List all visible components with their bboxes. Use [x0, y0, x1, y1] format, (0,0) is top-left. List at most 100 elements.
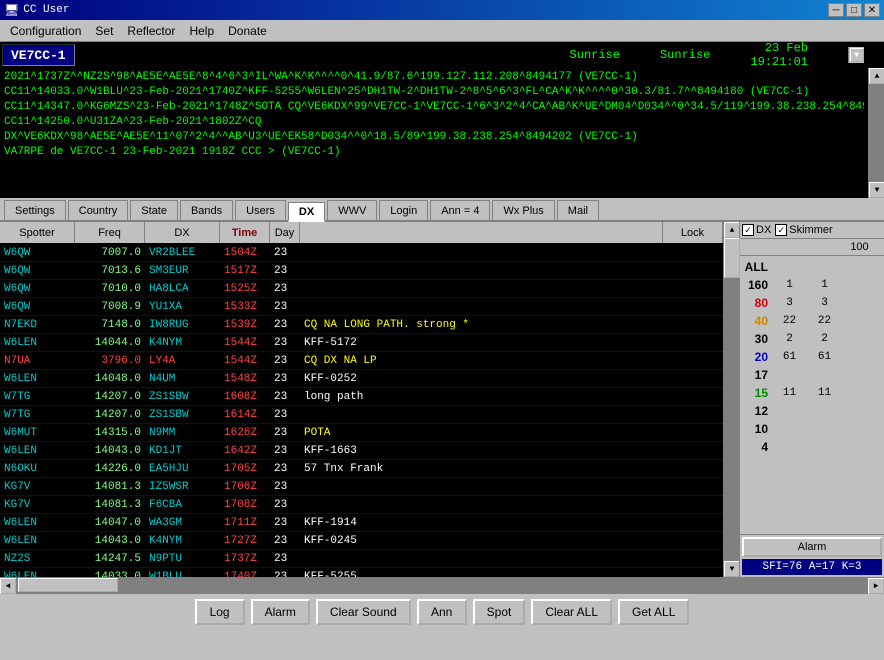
band-name: 160 — [742, 278, 772, 292]
table-row[interactable]: N6OKU 14226.0 EA5HJU 1705Z 23 57 Tnx Fra… — [0, 460, 723, 478]
table-row[interactable]: W6LEN 14048.0 N4UM 1548Z 23 KFF-0252 — [0, 370, 723, 388]
band-table: ALL 160 1 1 80 3 3 40 22 22 30 2 2 20 61… — [740, 256, 884, 534]
h-scroll-thumb[interactable] — [18, 578, 118, 592]
clear-sound-button[interactable]: Clear Sound — [316, 599, 411, 625]
td-freq: 14033.0 — [75, 568, 145, 577]
th-spotter: Spotter — [0, 222, 75, 243]
tab-wx-plus[interactable]: Wx Plus — [492, 200, 554, 220]
band-row-160[interactable]: 160 1 1 — [742, 276, 882, 294]
td-comment: KFF-5172 — [300, 334, 723, 351]
menu-donate[interactable]: Donate — [222, 22, 273, 40]
table-row[interactable]: N7UA 3796.0 LY4A 1544Z 23 CQ DX NA LP — [0, 352, 723, 370]
td-freq: 14226.0 — [75, 460, 145, 477]
td-day: 23 — [270, 514, 300, 531]
table-row[interactable]: W6MUT 14315.0 N9MM 1626Z 23 POTA — [0, 424, 723, 442]
band-col1: 2 — [772, 333, 807, 345]
band-row-15[interactable]: 15 11 11 — [742, 384, 882, 402]
tab-settings[interactable]: Settings — [4, 200, 66, 220]
ann-button[interactable]: Ann — [417, 599, 467, 625]
table-row[interactable]: W7TG 14207.0 ZS1SBW 1614Z 23 — [0, 406, 723, 424]
log-button[interactable]: Log — [195, 599, 245, 625]
td-comment: POTA — [300, 424, 723, 441]
table-row[interactable]: W6LEN 14047.0 WA3GM 1711Z 23 KFF-1914 — [0, 514, 723, 532]
th-day: Day — [270, 222, 300, 243]
h-scroll-right[interactable]: ► — [868, 578, 884, 594]
table-row[interactable]: W6LEN 14044.0 K4NYM 1544Z 23 KFF-5172 — [0, 334, 723, 352]
tab-wwv[interactable]: WWV — [327, 200, 377, 220]
tab-bands[interactable]: Bands — [180, 200, 233, 220]
band-row-12[interactable]: 12 — [742, 402, 882, 420]
scroll-thumb[interactable] — [724, 238, 740, 278]
table-row[interactable]: KG7V 14081.3 F6CBA 1708Z 23 — [0, 496, 723, 514]
td-time: 1740Z — [220, 568, 270, 577]
band-row-17[interactable]: 17 — [742, 366, 882, 384]
band-row-80[interactable]: 80 3 3 — [742, 294, 882, 312]
tab-ann-=-4[interactable]: Ann = 4 — [430, 200, 490, 220]
tab-login[interactable]: Login — [379, 200, 428, 220]
header-scroll-down[interactable]: ▼ — [850, 48, 864, 62]
skimmer-checkbox[interactable]: ✓ — [775, 224, 787, 236]
header-date: 23 Feb — [765, 41, 808, 55]
menu-set[interactable]: Set — [89, 22, 119, 40]
band-col-2 — [807, 241, 842, 253]
td-day: 23 — [270, 316, 300, 333]
clear-all-button[interactable]: Clear ALL — [531, 599, 612, 625]
log-scroll-up[interactable]: ▲ — [869, 68, 884, 84]
table-row[interactable]: W7TG 14207.0 ZS1SBW 1608Z 23 long path — [0, 388, 723, 406]
band-row-40[interactable]: 40 22 22 — [742, 312, 882, 330]
dx-checkbox[interactable]: ✓ — [742, 224, 754, 236]
tab-country[interactable]: Country — [68, 200, 129, 220]
band-name: ALL — [742, 260, 772, 274]
table-row[interactable]: N7EKD 7148.0 IW8RUG 1539Z 23 CQ NA LONG … — [0, 316, 723, 334]
alarm-bottom-button[interactable]: Alarm — [251, 599, 310, 625]
td-time: 1708Z — [220, 496, 270, 513]
band-col1: 61 — [772, 351, 807, 363]
table-row[interactable]: W6QW 7013.6 SM3EUR 1517Z 23 — [0, 262, 723, 280]
band-row-20[interactable]: 20 61 61 — [742, 348, 882, 366]
band-row-30[interactable]: 30 2 2 — [742, 330, 882, 348]
header-sunrise2: Sunrise — [660, 48, 710, 62]
band-name: 30 — [742, 332, 772, 346]
log-line: CC11^14250.0^U31ZA^23-Feb-2021^1802Z^CQ — [4, 115, 864, 130]
main-table-area: Spotter Freq DX Time Day Lock W6QW 7007.… — [0, 222, 723, 577]
td-comment: KFF-1663 — [300, 442, 723, 459]
td-spotter: W6LEN — [0, 568, 75, 577]
td-comment: CQ DX NA LP — [300, 352, 723, 369]
td-freq: 14043.0 — [75, 442, 145, 459]
menu-reflector[interactable]: Reflector — [121, 22, 181, 40]
tab-mail[interactable]: Mail — [557, 200, 599, 220]
tab-state[interactable]: State — [130, 200, 178, 220]
table-row[interactable]: W6QW 7007.0 VR2BLEE 1504Z 23 — [0, 244, 723, 262]
th-time[interactable]: Time — [220, 222, 270, 243]
menu-help[interactable]: Help — [183, 22, 220, 40]
log-scroll-down[interactable]: ▼ — [869, 182, 884, 198]
band-row-4[interactable]: 4 — [742, 438, 882, 456]
table-row[interactable]: W6QW 7010.0 HA8LCA 1525Z 23 — [0, 280, 723, 298]
tab-dx[interactable]: DX — [288, 202, 325, 222]
td-dx: K4NYM — [145, 334, 220, 351]
alarm-section: Alarm SFI=76 A=17 K=3 — [740, 534, 884, 577]
minimize-button[interactable]: ─ — [828, 3, 844, 17]
td-dx: WA3GM — [145, 514, 220, 531]
table-row[interactable]: NZ2S 14247.5 N9PTU 1737Z 23 — [0, 550, 723, 568]
table-row[interactable]: W6LEN 14033.0 W1BLU 1740Z 23 KFF-5255 — [0, 568, 723, 577]
band-row-all[interactable]: ALL — [742, 258, 882, 276]
h-scroll-left[interactable]: ◄ — [0, 578, 16, 594]
spot-button[interactable]: Spot — [473, 599, 526, 625]
scroll-up-button[interactable]: ▲ — [724, 222, 740, 238]
scroll-down-button[interactable]: ▼ — [724, 561, 740, 577]
table-row[interactable]: W6QW 7008.9 YU1XA 1533Z 23 — [0, 298, 723, 316]
menu-configuration[interactable]: Configuration — [4, 22, 87, 40]
alarm-button[interactable]: Alarm — [742, 537, 882, 557]
table-row[interactable]: KG7V 14081.3 IZ5WSR 1706Z 23 — [0, 478, 723, 496]
td-comment — [300, 262, 723, 279]
get-all-button[interactable]: Get ALL — [618, 599, 689, 625]
table-row[interactable]: W6LEN 14043.0 K4NYM 1727Z 23 KFF-0245 — [0, 532, 723, 550]
close-button[interactable]: ✕ — [864, 3, 880, 17]
maximize-button[interactable]: □ — [846, 3, 862, 17]
td-dx: N4UM — [145, 370, 220, 387]
band-row-10[interactable]: 10 — [742, 420, 882, 438]
table-row[interactable]: W6LEN 14043.0 KD1JT 1642Z 23 KFF-1663 — [0, 442, 723, 460]
tab-users[interactable]: Users — [235, 200, 286, 220]
th-comment — [300, 222, 663, 243]
